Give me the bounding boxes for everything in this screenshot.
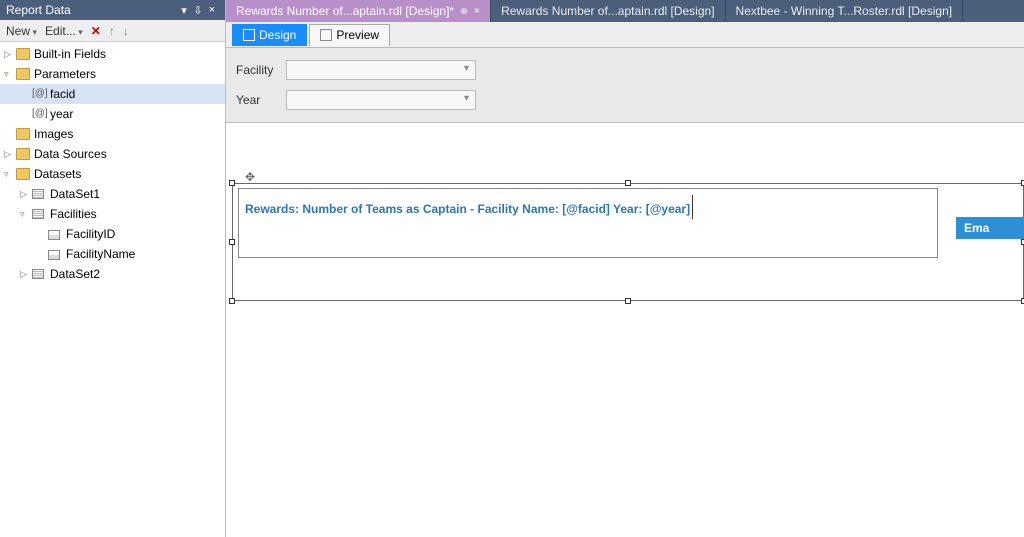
tab-design[interactable]: Design <box>232 24 307 46</box>
document-tabs: Rewards Number of...aptain.rdl [Design]*… <box>226 0 1024 22</box>
edit-button[interactable]: Edit... <box>45 24 83 38</box>
tree-facilityname[interactable]: ·FacilityName <box>0 244 225 264</box>
editor-area: Rewards Number of...aptain.rdl [Design]*… <box>226 0 1024 537</box>
field-icon <box>48 229 62 239</box>
tree-data-sources[interactable]: ▷Data Sources <box>0 144 225 164</box>
delete-button[interactable]: ✕ <box>91 24 101 38</box>
tree-facilities[interactable]: ▿Facilities <box>0 204 225 224</box>
panel-title-bar: Report Data ▾ ⇩ × <box>0 0 225 20</box>
tree-param-year[interactable]: ·[@]year <box>0 104 225 124</box>
param-year-combo[interactable] <box>286 90 476 110</box>
doc-tab-3[interactable]: Nextbee - Winning T...Roster.rdl [Design… <box>726 0 964 22</box>
param-facility-label: Facility <box>236 63 286 77</box>
move-up-icon[interactable]: ↑ <box>109 24 115 38</box>
panel-menu-icon[interactable]: ▾ <box>177 4 191 17</box>
dataset-icon <box>32 209 46 219</box>
tree-dataset1[interactable]: ▷DataSet1 <box>0 184 225 204</box>
doc-tab-1[interactable]: Rewards Number of...aptain.rdl [Design]*… <box>226 0 491 22</box>
tree-datasets[interactable]: ▿Datasets <box>0 164 225 184</box>
pin-icon[interactable]: ⊕ <box>460 6 468 17</box>
dataset-icon <box>32 269 46 279</box>
field-icon <box>48 249 62 259</box>
preview-icon <box>320 29 332 41</box>
tree-builtin-fields[interactable]: ▷Built-in Fields <box>0 44 225 64</box>
panel-pin-icon[interactable]: ⇩ <box>191 4 205 17</box>
doc-tab-2[interactable]: Rewards Number of...aptain.rdl [Design] <box>491 0 725 22</box>
folder-icon <box>16 68 30 80</box>
report-data-panel: Report Data ▾ ⇩ × New Edit... ✕ ↑ ↓ ▷Bui… <box>0 0 226 537</box>
tree-param-facid[interactable]: ·[@]facid <box>0 84 225 104</box>
move-down-icon[interactable]: ↓ <box>123 24 129 38</box>
close-icon[interactable]: × <box>474 5 480 17</box>
panel-toolbar: New Edit... ✕ ↑ ↓ <box>0 20 225 42</box>
report-title-text: Rewards: Number of Teams as Captain - Fa… <box>245 202 690 216</box>
param-year-label: Year <box>236 93 286 107</box>
tree-dataset2[interactable]: ▷DataSet2 <box>0 264 225 284</box>
folder-icon <box>16 148 30 160</box>
tree-view[interactable]: ▷Built-in Fields ▿Parameters ·[@]facid ·… <box>0 42 225 537</box>
design-surface[interactable]: ✥ Rewards: Number of Teams as Captain - … <box>226 123 1024 537</box>
folder-icon <box>16 48 30 60</box>
param-facility-combo[interactable] <box>286 60 476 80</box>
param-icon: [@] <box>32 108 46 120</box>
dataset-icon <box>32 189 46 199</box>
tree-images[interactable]: ·Images <box>0 124 225 144</box>
folder-icon <box>16 128 30 140</box>
param-icon: [@] <box>32 88 46 100</box>
design-icon <box>243 29 255 41</box>
tab-preview[interactable]: Preview <box>309 24 390 46</box>
parameter-bar: Facility Year <box>226 48 1024 123</box>
tree-facilityid[interactable]: ·FacilityID <box>0 224 225 244</box>
new-button[interactable]: New <box>6 24 37 38</box>
panel-title: Report Data <box>6 3 71 17</box>
move-handle-icon[interactable]: ✥ <box>245 170 255 184</box>
panel-close-icon[interactable]: × <box>205 4 219 16</box>
text-caret <box>692 195 693 219</box>
report-title-textbox[interactable]: Rewards: Number of Teams as Captain - Fa… <box>238 188 938 258</box>
mode-tabs: Design Preview <box>226 22 1024 48</box>
column-header-strip[interactable]: Ema <box>956 217 1024 239</box>
tree-parameters[interactable]: ▿Parameters <box>0 64 225 84</box>
folder-icon <box>16 168 30 180</box>
